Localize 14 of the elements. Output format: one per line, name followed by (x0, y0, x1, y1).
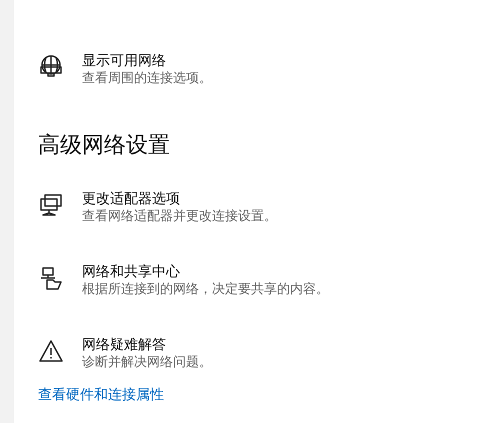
hardware-properties-link[interactable]: 查看硬件和连接属性 (38, 386, 329, 404)
option-title[interactable]: 显示可用网络 (82, 52, 212, 70)
option-description: 查看周围的连接选项。 (82, 70, 212, 88)
warning-icon (38, 338, 64, 364)
globe-monitor-icon (38, 54, 64, 80)
sharing-center-icon (38, 265, 64, 291)
monitor-icon (38, 192, 64, 218)
option-description: 诊断并解决网络问题。 (82, 354, 212, 372)
section-heading: 高级网络设置 (38, 132, 171, 160)
option-title[interactable]: 网络和共享中心 (82, 263, 329, 281)
option-description: 查看网络适配器并更改连接设置。 (82, 208, 277, 226)
option-title[interactable]: 网络疑难解答 (82, 336, 212, 354)
option-title[interactable]: 更改适配器选项 (82, 190, 277, 208)
option-description: 根据所连接到的网络，决定要共享的内容。 (82, 281, 329, 299)
